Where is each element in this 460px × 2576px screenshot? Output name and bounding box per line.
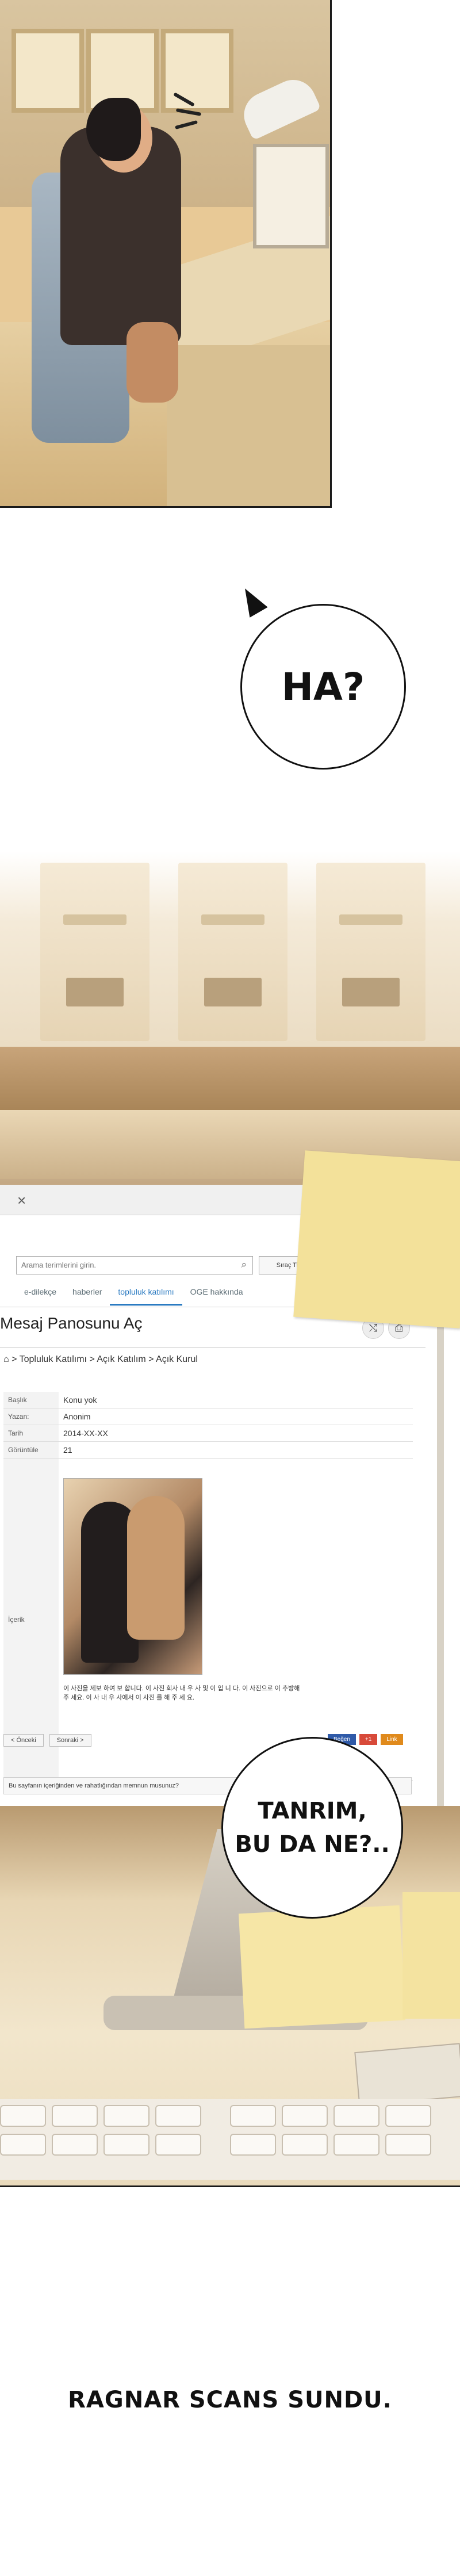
row-value: 21 — [59, 1441, 413, 1459]
nav-item-active[interactable]: topluluk katılımı — [110, 1283, 182, 1306]
speech-bubble-ha: HA? — [240, 604, 406, 770]
bubble-text-line: BU DA NE?.. — [235, 1831, 390, 1858]
next-button[interactable]: Sonraki > — [49, 1734, 91, 1747]
sticky-note — [402, 1892, 460, 2019]
row-key: Yazan: — [3, 1408, 59, 1425]
table-row: Başlık Konu yok — [3, 1392, 413, 1408]
cabinet — [178, 863, 288, 1041]
link-button[interactable]: Link — [381, 1734, 403, 1745]
prev-button[interactable]: < Önceki — [3, 1734, 44, 1747]
woman-hair — [86, 98, 141, 161]
desk-front — [167, 345, 330, 506]
nav-item[interactable]: e-dilekçe — [16, 1283, 64, 1306]
computer-monitor — [253, 144, 329, 248]
bubble-text: HA? — [281, 664, 365, 709]
desk-box — [354, 2043, 460, 2106]
row-key: Başlık — [3, 1392, 59, 1408]
row-value: Konu yok — [59, 1392, 413, 1408]
row-value: 2014-XX-XX — [59, 1425, 413, 1442]
panel-border — [0, 2185, 460, 2187]
close-icon[interactable]: × — [17, 1192, 26, 1209]
nav-item[interactable]: haberler — [64, 1283, 110, 1306]
keyboard — [0, 2099, 460, 2180]
page-title: Mesaj Panosunu Aç — [0, 1314, 143, 1332]
row-key: İçerik — [3, 1458, 59, 1781]
pager: < Önceki Sonraki > — [3, 1734, 91, 1747]
sticky-note — [238, 1905, 406, 2029]
row-key: Görüntüle — [3, 1441, 59, 1459]
search-icon[interactable]: ⌕ — [241, 1259, 247, 1270]
main-nav: e-dilekçe haberler topluluk katılımı OGE… — [16, 1283, 251, 1306]
breadcrumb: ⌂ > Topluluk Katılımı > Açık Katılım > A… — [3, 1354, 198, 1364]
panel-office-woman — [0, 0, 332, 508]
bubble-text-line: TANRIM, — [258, 1798, 367, 1824]
plus-one-button[interactable]: +1 — [359, 1734, 378, 1745]
speech-bubble-tanrim: TANRIM, BU DA NE?.. — [221, 1737, 403, 1919]
attached-photo — [63, 1478, 202, 1675]
cabinet — [316, 863, 425, 1041]
cabinet — [40, 863, 150, 1041]
sticky-note-math — [293, 1150, 460, 1329]
credits-text: RAGNAR SCANS SUNDU. — [68, 2387, 392, 2413]
search-box[interactable]: ⌕ — [16, 1256, 253, 1274]
row-value: Anonim — [59, 1408, 413, 1425]
nav-item[interactable]: OGE hakkında — [182, 1283, 251, 1306]
table-row: Görüntüle 21 — [3, 1441, 413, 1459]
window — [12, 29, 84, 113]
post-caption: 이 사진을 제보 하여 보 합니다. 이 사진 회사 내 우 사 및 이 입 니… — [63, 1685, 300, 1701]
row-key: Tarih — [3, 1425, 59, 1442]
search-input[interactable] — [20, 1257, 212, 1273]
divider — [0, 1347, 425, 1348]
woman-legs — [126, 322, 178, 403]
partition-top — [0, 1047, 460, 1110]
table-row: Tarih 2014-XX-XX — [3, 1425, 413, 1442]
emphasis-lines — [172, 92, 213, 132]
table-row: Yazan: Anonim — [3, 1408, 413, 1425]
bubble-tail — [236, 583, 268, 618]
